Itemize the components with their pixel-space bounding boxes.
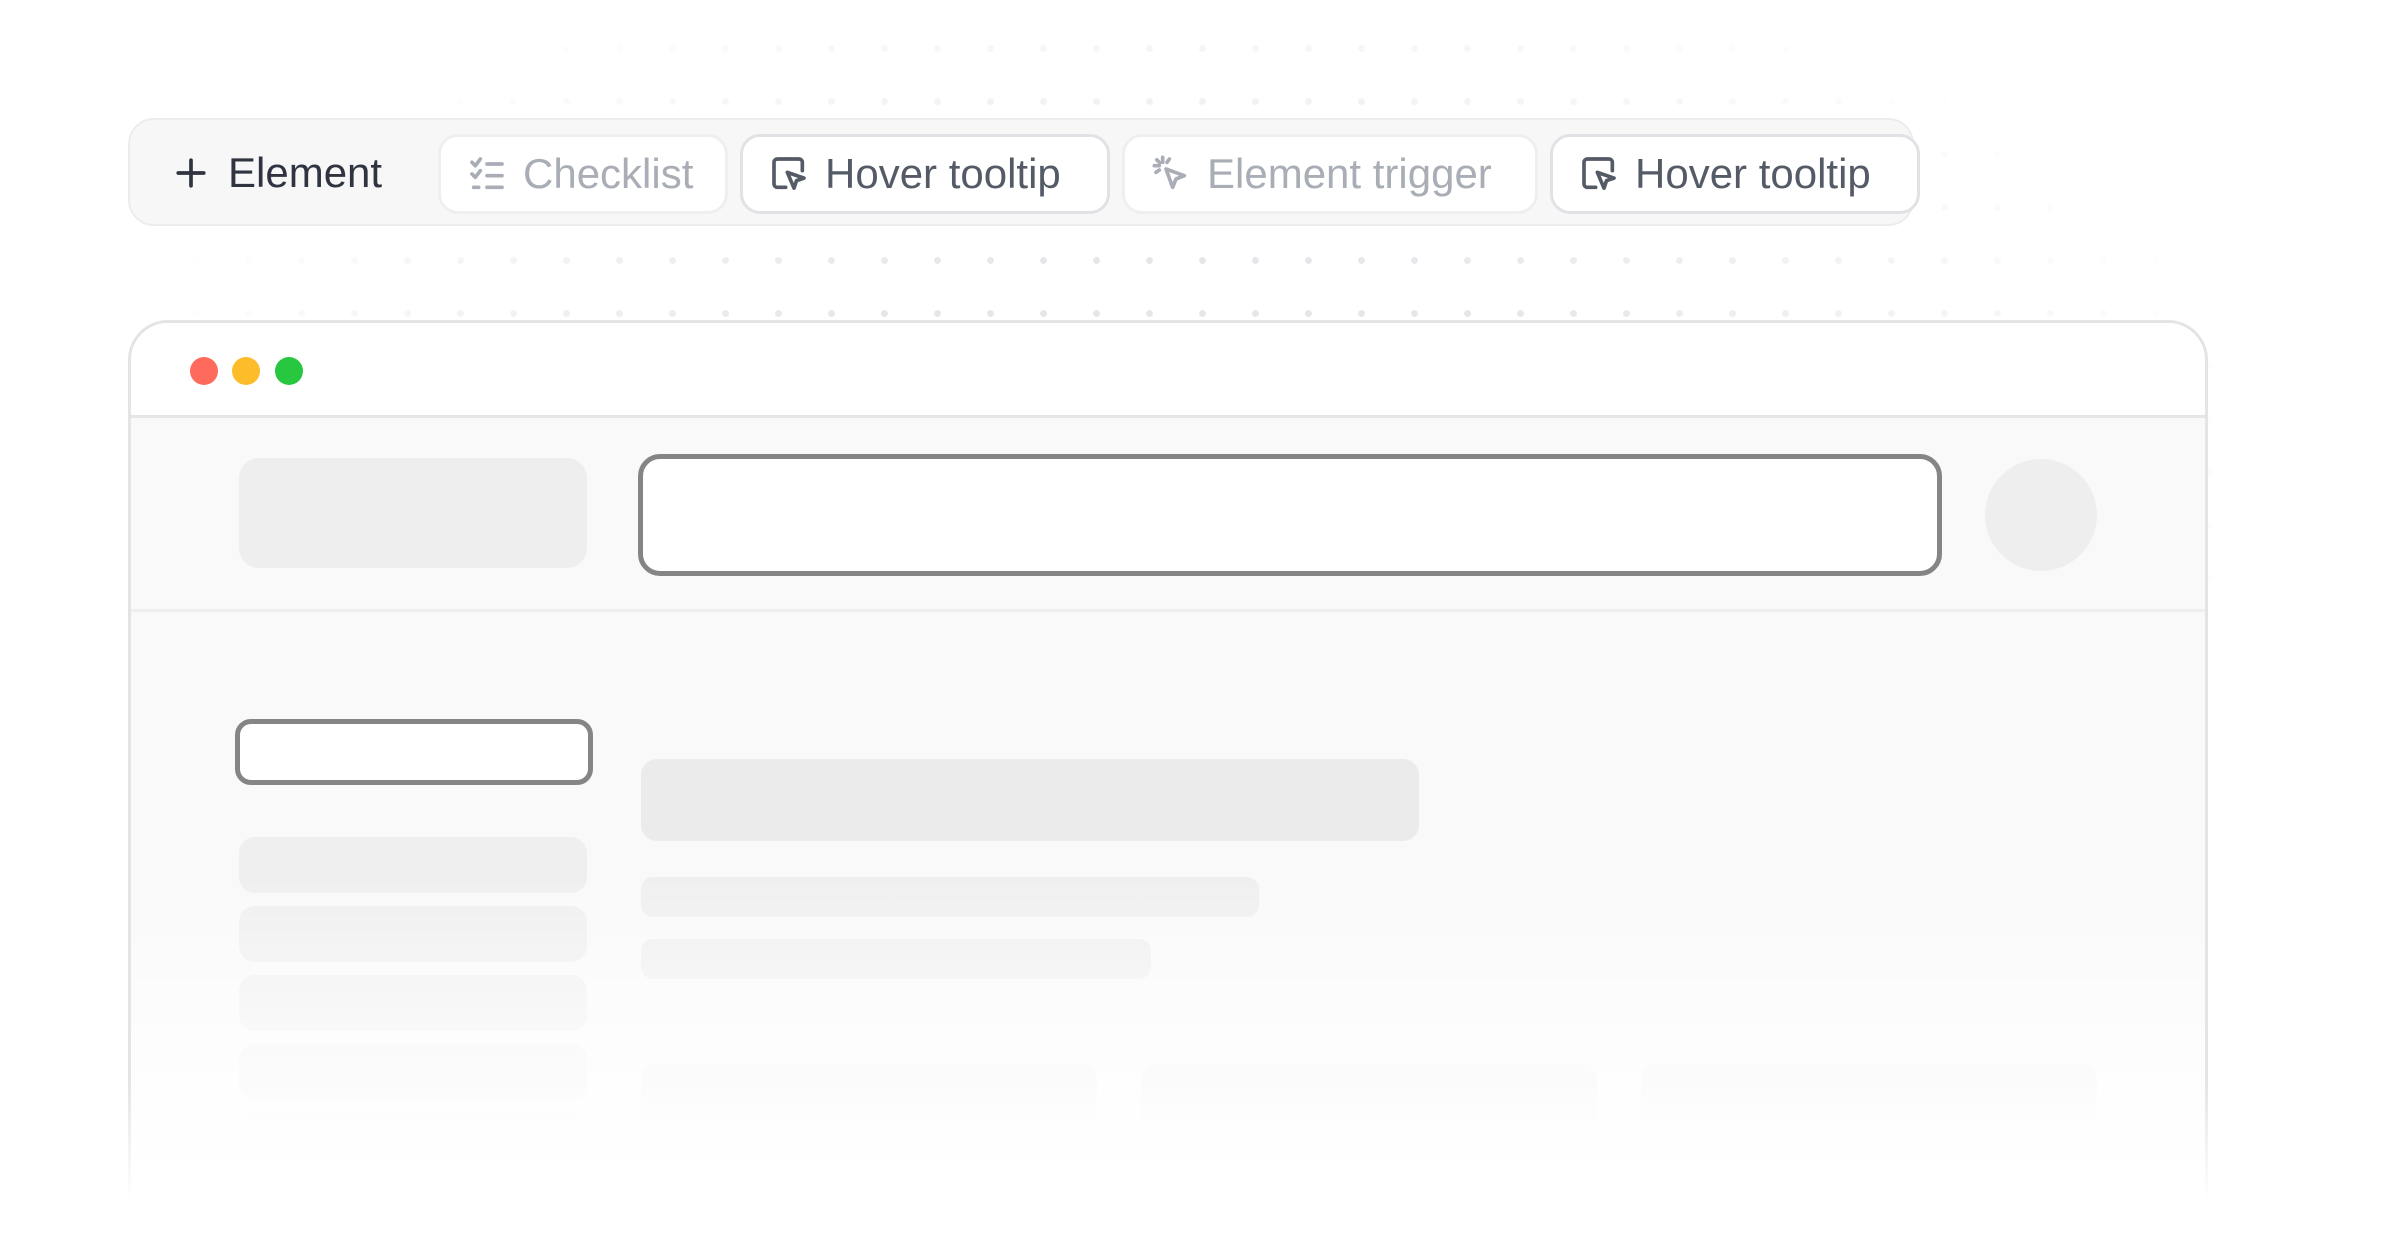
text-line-placeholder <box>641 939 1151 979</box>
search-input-highlighted[interactable] <box>638 454 1942 576</box>
card-placeholder[interactable] <box>1641 1063 2097 1183</box>
chip-element-trigger-label: Element trigger <box>1207 150 1492 197</box>
app-header <box>131 418 2205 612</box>
sidebar-item-placeholder[interactable] <box>239 1113 587 1169</box>
chip-hover-tooltip-2-label: Hover tooltip <box>1635 150 1871 197</box>
plus-icon <box>176 158 206 188</box>
heading-placeholder <box>641 759 1419 841</box>
checklist-icon <box>470 157 504 190</box>
window-titlebar <box>131 323 2205 418</box>
chip-checklist[interactable]: Checklist <box>438 134 728 214</box>
sidebar-item-placeholder[interactable] <box>239 837 587 893</box>
avatar-placeholder[interactable] <box>1985 459 2097 571</box>
browser-window <box>128 320 2208 1252</box>
sidebar-item-placeholder[interactable] <box>239 906 587 962</box>
sidebar-item-highlighted[interactable] <box>235 719 593 785</box>
zoom-dot[interactable] <box>275 357 303 385</box>
add-element-label: Element <box>228 149 383 196</box>
chip-element-trigger[interactable]: Element trigger <box>1122 134 1538 214</box>
add-element-button[interactable]: Element <box>160 136 396 210</box>
chip-checklist-label: Checklist <box>523 150 694 197</box>
logo-placeholder <box>239 458 587 568</box>
close-dot[interactable] <box>190 357 218 385</box>
minimize-dot[interactable] <box>232 357 260 385</box>
card-placeholder[interactable] <box>641 1063 1097 1183</box>
text-line-placeholder <box>641 877 1259 917</box>
cursor-click-icon <box>1582 157 1616 191</box>
sidebar-item-placeholder[interactable] <box>239 1044 587 1100</box>
sparkle-cursor-icon <box>1152 155 1187 190</box>
sidebar-item-placeholder[interactable] <box>239 975 587 1031</box>
chip-hover-tooltip-2[interactable]: Hover tooltip <box>1550 134 1920 214</box>
element-toolbar: Element Checklist Hover tooltip Element … <box>128 118 1920 226</box>
canvas: Element Checklist Hover tooltip Element … <box>0 0 2400 1252</box>
chip-hover-tooltip-label: Hover tooltip <box>825 150 1061 197</box>
cursor-click-icon <box>772 157 806 191</box>
card-placeholder[interactable] <box>1141 1063 1597 1183</box>
chip-hover-tooltip[interactable]: Hover tooltip <box>740 134 1110 214</box>
